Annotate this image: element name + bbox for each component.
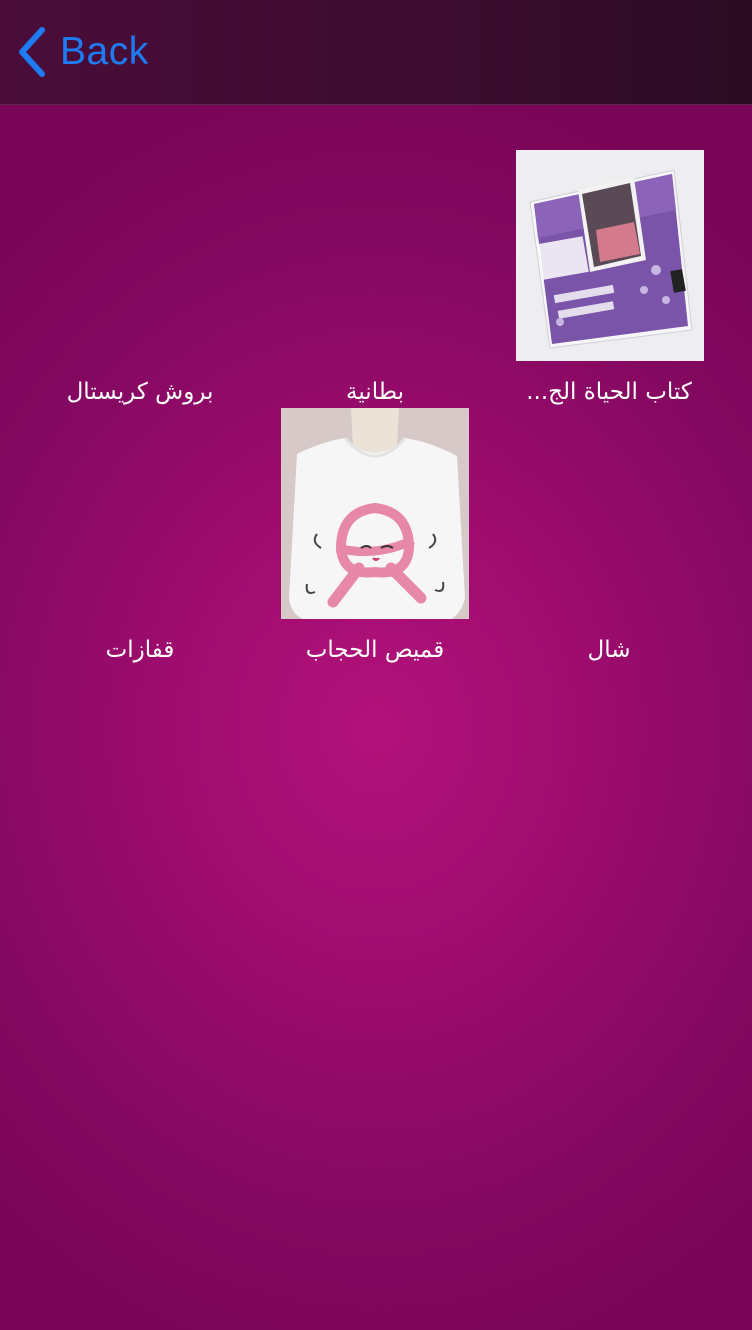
screen: Back كتاب الحياة الج... بطانية بروش كريس… (0, 0, 752, 1330)
product-item-brooch[interactable]: بروش كريستال (20, 150, 260, 410)
chevron-left-icon (19, 27, 45, 77)
product-label: بطانية (346, 379, 404, 405)
back-button-label: Back (60, 30, 149, 73)
back-button[interactable]: Back (14, 22, 149, 82)
product-item-blanket[interactable]: بطانية (255, 150, 495, 410)
book-cover-image (516, 150, 704, 361)
hijab-shirt-image (281, 408, 469, 619)
product-label: قميص الحجاب (305, 637, 445, 663)
product-label: كتاب الحياة الج... (526, 379, 692, 405)
navigation-bar: Back (0, 0, 752, 105)
product-label: قفازات (105, 637, 175, 663)
product-item-hijab-shirt[interactable]: قميص الحجاب (255, 408, 495, 668)
product-item-book[interactable]: كتاب الحياة الج... (489, 150, 729, 410)
product-item-gloves[interactable]: قفازات (20, 408, 260, 668)
product-label: شال (587, 637, 631, 663)
product-label: بروش كريستال (66, 379, 214, 405)
product-item-shawl[interactable]: شال (489, 408, 729, 668)
